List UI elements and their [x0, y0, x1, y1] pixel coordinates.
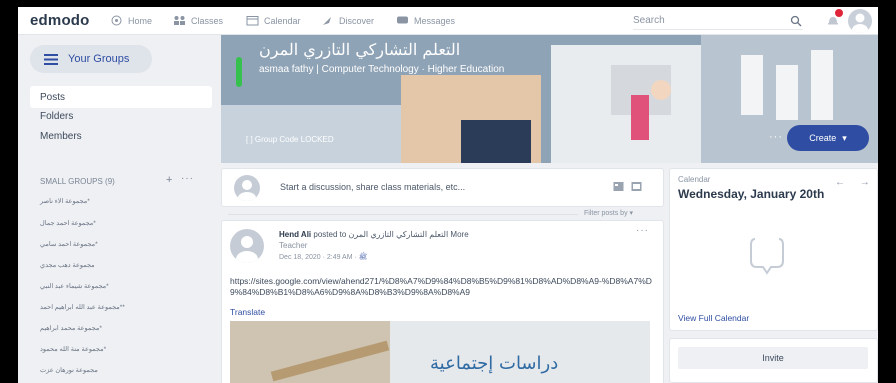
image-icon[interactable] [613, 181, 624, 192]
post-date-text: Dec 18, 2020 · 2:49 AM · [279, 254, 357, 261]
group-code-icon: [ ] [246, 135, 253, 144]
small-group-item[interactable]: *مجموعة احمد جمال [40, 219, 200, 227]
calendar-icon [246, 16, 259, 26]
group-title: التعلم التشاركي التازري المرن [259, 40, 461, 59]
avatar-icon [238, 180, 256, 201]
post-image[interactable]: دراسات إجتماعية [230, 321, 650, 383]
view-full-calendar-link[interactable]: View Full Calendar [678, 313, 749, 323]
caret-down-icon: ▾ [842, 132, 847, 143]
group-banner: التعلم التشاركي التازري المرن asmaa fath… [221, 35, 878, 163]
group-code-label: Group Code LOCKED [254, 135, 334, 144]
post-image-caption: دراسات إجتماعية [430, 353, 559, 374]
caret-down-icon: ▾ [629, 210, 634, 217]
add-small-group-button[interactable]: + [166, 174, 172, 186]
post-author-avatar[interactable] [230, 229, 264, 263]
small-group-item[interactable]: *مجموعة الاء ناصر [40, 197, 200, 205]
post-more-link[interactable]: More [450, 230, 468, 239]
invite-button[interactable]: Invite [678, 347, 868, 369]
avatar-icon [852, 13, 868, 33]
post-link[interactable]: https://sites.google.com/view/ahend271/%… [230, 276, 660, 298]
edmodo-logo[interactable]: edmodo [30, 12, 90, 29]
your-groups-label: Your Groups [68, 53, 130, 65]
banner-more-button[interactable]: ··· [769, 131, 783, 143]
calendar-label: Calendar [678, 175, 711, 184]
small-group-item[interactable]: **مجموعة عبد الله ابراهيم احمد [40, 303, 200, 311]
notification-badge [835, 9, 843, 17]
create-button[interactable]: Create ▾ [787, 125, 869, 151]
compose-avatar [234, 175, 260, 201]
filter-posts-dropdown[interactable]: Filter posts by ▾ [584, 209, 633, 217]
sidebar-item-members[interactable]: Members [40, 131, 82, 142]
small-group-item[interactable]: *مجموعة محمد ابراهيم [40, 324, 200, 332]
post-author[interactable]: Hend Ali [279, 230, 311, 239]
sidebar: Your Groups Posts Folders Members SMALL … [18, 35, 218, 383]
post-posted-to: posted to [313, 230, 347, 239]
nav-home-label: Home [128, 15, 153, 26]
post-author-role: Teacher [279, 241, 308, 250]
avatar-icon [236, 236, 258, 263]
nav-discover[interactable]: Discover [321, 15, 374, 26]
group-code[interactable]: [ ] Group Code LOCKED [246, 135, 334, 144]
post-group-link[interactable]: التعلم التشاركي التازري المرن [349, 230, 449, 239]
group-subtitle: asmaa fathy | Computer Technology · High… [259, 64, 505, 75]
nav-discover-label: Discover [339, 15, 375, 26]
invite-widget: Invite [669, 338, 878, 383]
search-input[interactable]: Search [633, 12, 803, 30]
small-group-item[interactable]: *مجموعة منة الله محمود [40, 345, 200, 353]
sidebar-item-posts[interactable]: Posts [30, 86, 212, 108]
compose-placeholder: Start a discussion, share class material… [280, 182, 466, 192]
filter-label: Filter posts by [584, 210, 628, 217]
create-label: Create [809, 133, 837, 143]
small-groups-heading: SMALL GROUPS (9) [40, 177, 115, 186]
nav-classes-label: Classes [191, 15, 224, 26]
attach-icon[interactable] [631, 181, 642, 192]
empty-calendar-icon [750, 238, 784, 275]
post-card: Hend Ali posted to التعلم التشاركي التاز… [221, 220, 664, 383]
divider [228, 214, 578, 215]
group-icon: ﷺ [358, 254, 368, 261]
discover-icon [323, 17, 331, 25]
calendar-widget: Calendar Wednesday, January 20th ← → Vie… [669, 168, 878, 331]
translate-link[interactable]: Translate [230, 307, 265, 317]
home-icon [111, 15, 122, 26]
small-group-item[interactable]: مجموعة نورهان عزت [40, 366, 200, 374]
user-avatar[interactable] [848, 9, 872, 33]
menu-icon [44, 53, 58, 65]
nav-home[interactable]: Home [110, 15, 152, 26]
post-date: Dec 18, 2020 · 2:49 AM · ﷺ [279, 252, 367, 263]
compose-box[interactable]: Start a discussion, share class material… [221, 168, 664, 207]
nav-messages-label: Messages [414, 15, 456, 26]
classes-icon [174, 16, 185, 25]
nav-calendar-label: Calendar [264, 15, 301, 26]
nav-calendar[interactable]: Calendar [246, 15, 301, 26]
small-group-item[interactable]: *مجموعة شيماء عبد النبي [40, 282, 200, 290]
post-header: Hend Ali posted to التعلم التشاركي التاز… [279, 230, 469, 239]
nav-messages[interactable]: Messages [396, 15, 455, 26]
calendar-nav-arrows[interactable]: ← → [835, 177, 876, 188]
small-group-item[interactable]: *مجموعة احمد سامي [40, 240, 200, 248]
small-groups-more-button[interactable]: ··· [181, 173, 194, 184]
top-nav: edmodo Home Classes Calendar Discover Me… [18, 7, 878, 35]
small-group-item[interactable]: مجموعة دهب مجدي [40, 261, 200, 269]
nav-classes[interactable]: Classes [173, 15, 223, 26]
messages-icon [397, 16, 408, 24]
your-groups-button[interactable]: Your Groups [30, 45, 152, 73]
banner-accent-bar [236, 57, 242, 87]
app-frame: edmodo Home Classes Calendar Discover Me… [18, 7, 878, 383]
post-options-button[interactable]: ··· [636, 225, 649, 236]
calendar-date: Wednesday, January 20th [678, 187, 825, 201]
search-icon[interactable] [790, 15, 802, 27]
sidebar-item-folders[interactable]: Folders [40, 111, 73, 122]
